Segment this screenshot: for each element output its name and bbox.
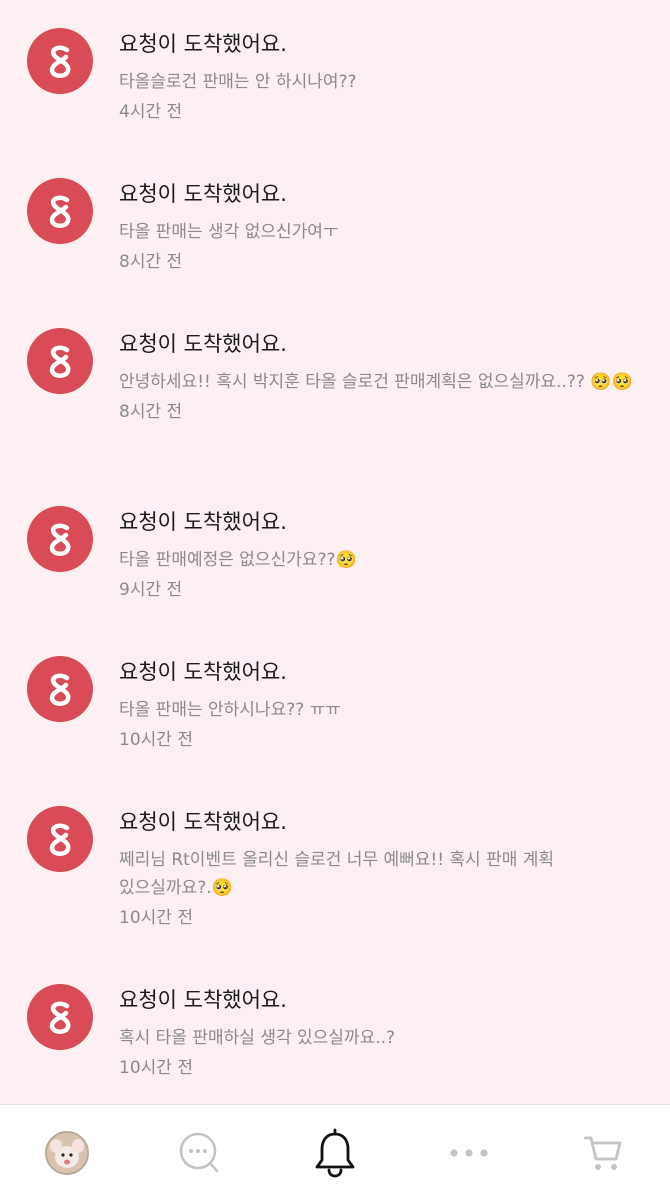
tab-profile[interactable] — [12, 1105, 122, 1201]
app-logo-icon — [27, 328, 93, 394]
tab-cart[interactable] — [548, 1105, 658, 1201]
tab-more[interactable] — [414, 1105, 524, 1201]
notification-title: 요청이 도착했어요. — [119, 810, 287, 834]
notification-time: 9시간 전 — [119, 580, 183, 600]
notification-title: 요청이 도착했어요. — [119, 32, 287, 56]
app-logo-icon — [27, 178, 93, 244]
tab-chat[interactable] — [145, 1105, 255, 1201]
notification-message: 안녕하세요!! 혹시 박지훈 타올 슬로건 판매계획은 없으실까요..?? 🥺🥺 — [119, 372, 633, 392]
notification-message: 타올 판매는 안하시나요?? ㅠㅠ — [119, 700, 341, 720]
notification-message: 혹시 타올 판매하실 생각 있으실까요..? — [119, 1028, 396, 1048]
app-logo-icon — [27, 806, 93, 872]
app-logo-icon — [27, 984, 93, 1050]
profile-avatar — [45, 1131, 89, 1175]
notification-time: 4시간 전 — [119, 102, 183, 122]
notification-time: 10시간 전 — [119, 730, 193, 750]
notification-message: 쩨리님 Rt이벤트 올리신 슬로건 너무 예뻐요!! 혹시 판매 계획 있으실까… — [119, 850, 555, 898]
notification-time: 10시간 전 — [119, 908, 193, 928]
app-logo-icon — [27, 28, 93, 94]
cart-icon — [583, 1136, 622, 1170]
notification-title: 요청이 도착했어요. — [119, 332, 287, 356]
notification-message: 타올 판매는 생각 없으신가여ㅜ — [119, 222, 339, 242]
notification-title: 요청이 도착했어요. — [119, 988, 287, 1012]
notification-title: 요청이 도착했어요. — [119, 182, 287, 206]
app-logo-icon — [27, 506, 93, 572]
notification-message: 타올 판매예정은 없으신가요??🥺 — [119, 550, 357, 570]
notification-list: 요청이 도착했어요. 타올슬로건 판매는 안 하시나여?? 4시간 전 요청이 … — [0, 0, 670, 1104]
chat-bubble-icon — [179, 1132, 219, 1173]
tab-notifications[interactable] — [280, 1105, 390, 1201]
app-logo-icon — [27, 656, 93, 722]
notification-title: 요청이 도착했어요. — [119, 510, 287, 534]
notification-message: 타올슬로건 판매는 안 하시나여?? — [119, 72, 357, 92]
notification-title: 요청이 도착했어요. — [119, 660, 287, 684]
bell-icon — [315, 1128, 355, 1178]
notification-time: 8시간 전 — [119, 402, 183, 422]
notification-time: 10시간 전 — [119, 1058, 193, 1078]
more-dots-icon — [450, 1149, 488, 1157]
notification-time: 8시간 전 — [119, 252, 183, 272]
bottom-tab-bar — [0, 1104, 670, 1201]
